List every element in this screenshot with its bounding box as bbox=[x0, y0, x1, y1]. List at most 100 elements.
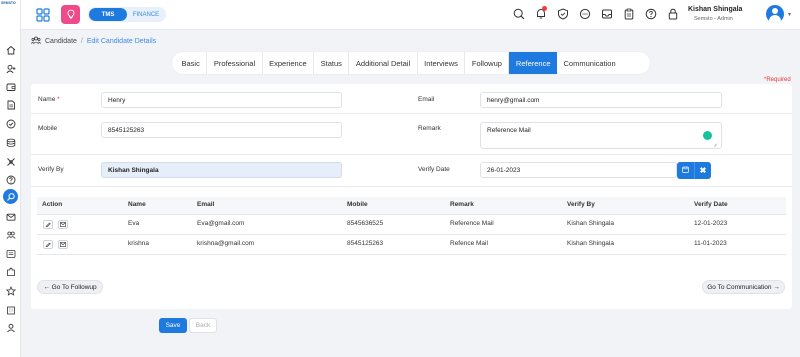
tab-bar: Basic Professional Experience Status Add… bbox=[172, 52, 650, 74]
remark-textarea[interactable]: Reference Mail bbox=[480, 122, 722, 149]
go-to-communication-button[interactable]: Go To Communication → bbox=[702, 280, 785, 294]
tab-professional[interactable]: Professional bbox=[207, 52, 263, 74]
resize-handle-icon[interactable]: ∕∕ bbox=[715, 143, 717, 149]
divider bbox=[31, 186, 792, 187]
user-add-icon[interactable] bbox=[4, 62, 17, 75]
column-header-name: Name bbox=[128, 201, 146, 208]
tab-followup[interactable]: Followup bbox=[465, 52, 510, 74]
mail-icon[interactable] bbox=[4, 210, 17, 223]
tab-basic[interactable]: Basic bbox=[175, 52, 208, 74]
help-icon[interactable] bbox=[4, 173, 17, 186]
avatar[interactable] bbox=[766, 5, 784, 23]
name-field[interactable]: Henry bbox=[101, 92, 342, 108]
edit-icon[interactable] bbox=[43, 220, 53, 229]
name-label: Name * bbox=[38, 96, 60, 103]
verify-by-field[interactable]: Kishan Shingala bbox=[101, 162, 342, 178]
team-icon[interactable] bbox=[4, 228, 17, 241]
inbox-icon[interactable] bbox=[601, 8, 613, 20]
finance-toggle[interactable]: FINANCE bbox=[127, 8, 165, 21]
bulb-button[interactable] bbox=[61, 5, 80, 24]
tab-experience[interactable]: Experience bbox=[263, 52, 315, 74]
back-button[interactable]: Back bbox=[189, 318, 217, 333]
shield-icon[interactable] bbox=[557, 8, 569, 20]
lock-icon[interactable] bbox=[667, 8, 679, 20]
column-header-remark: Remark bbox=[450, 201, 474, 208]
save-button[interactable]: Save bbox=[159, 318, 187, 333]
email-field[interactable]: henry@gmail.com bbox=[480, 92, 722, 108]
table-divider bbox=[37, 254, 786, 255]
go-to-followup-button[interactable]: ← Go To Followup bbox=[37, 280, 103, 294]
notification-dot bbox=[542, 6, 547, 11]
home-icon[interactable] bbox=[4, 43, 17, 56]
calendar-icon bbox=[682, 166, 689, 175]
verify-date-field[interactable]: 26-01-2023 bbox=[480, 162, 677, 178]
user-name[interactable]: Kishan Shingala bbox=[688, 6, 742, 13]
clipboard-icon[interactable] bbox=[623, 8, 635, 20]
clear-date-button[interactable]: ✖ bbox=[694, 162, 711, 179]
app-logo: SEMSTO bbox=[1, 1, 16, 5]
table-header bbox=[37, 197, 786, 214]
verify-by-label: Verify By bbox=[38, 166, 64, 173]
table-divider bbox=[37, 214, 786, 215]
edit-icon[interactable] bbox=[43, 240, 53, 249]
wallet-icon[interactable] bbox=[4, 80, 17, 93]
document-icon[interactable] bbox=[4, 98, 17, 111]
bell-icon[interactable] bbox=[535, 6, 547, 20]
table-cell-mobile: 8545125263 bbox=[347, 240, 384, 247]
email-icon[interactable] bbox=[58, 220, 68, 229]
user-role: Semsto - Admin bbox=[694, 16, 733, 22]
breadcrumb-separator: / bbox=[80, 37, 83, 45]
divider bbox=[31, 113, 792, 114]
required-star: * bbox=[57, 96, 60, 103]
tms-toggle[interactable]: TMS bbox=[89, 8, 127, 21]
grammar-check-icon[interactable] bbox=[703, 131, 712, 140]
column-header-verify-date: Verify Date bbox=[694, 201, 728, 208]
column-header-email: Email bbox=[197, 201, 215, 208]
database-icon[interactable] bbox=[4, 136, 17, 149]
mobile-field[interactable]: 8545125263 bbox=[101, 122, 342, 138]
shield-check-icon[interactable] bbox=[4, 117, 17, 130]
table-cell-name: krishna bbox=[128, 240, 149, 247]
help-icon[interactable] bbox=[645, 8, 657, 20]
sidebar: SEMSTO bbox=[0, 0, 21, 357]
table-cell-email: Eva@gmail.com bbox=[197, 220, 245, 227]
top-bar: TMS FINANCE Kishan Shingala Semsto - Adm… bbox=[21, 0, 800, 30]
email-label: Email bbox=[418, 96, 435, 103]
puzzle-icon[interactable] bbox=[4, 265, 17, 278]
building-icon[interactable] bbox=[4, 303, 17, 316]
table-divider bbox=[37, 234, 786, 235]
list-icon[interactable] bbox=[4, 247, 17, 260]
column-header-verify-by: Verify By bbox=[567, 201, 595, 208]
tab-reference[interactable]: Reference bbox=[509, 52, 558, 74]
calendar-button[interactable] bbox=[677, 162, 694, 179]
module-switch: TMS FINANCE bbox=[88, 7, 166, 22]
verify-date-label: Verify Date bbox=[418, 166, 450, 173]
chevron-down-icon[interactable]: ▾ bbox=[788, 11, 791, 18]
tools-icon[interactable] bbox=[4, 155, 17, 168]
remark-label: Remark bbox=[418, 125, 441, 132]
column-header-action: Action bbox=[42, 201, 63, 208]
tab-additional-detail[interactable]: Additional Detail bbox=[349, 52, 418, 74]
table-cell-verify-by: Kishan Shingala bbox=[567, 240, 614, 247]
breadcrumb-candidate[interactable]: Candidate bbox=[45, 38, 77, 45]
star-icon[interactable] bbox=[4, 284, 17, 297]
tab-interviews[interactable]: Interviews bbox=[418, 52, 466, 74]
apps-grid-icon[interactable] bbox=[35, 7, 51, 23]
search-user-icon[interactable] bbox=[3, 189, 18, 204]
table-cell-email: krishna@gmail.com bbox=[197, 240, 255, 247]
bulb-icon bbox=[66, 9, 76, 21]
email-icon[interactable] bbox=[58, 240, 68, 249]
breadcrumb: Candidate / Edit Candidate Details bbox=[31, 36, 156, 46]
candidate-group-icon bbox=[31, 36, 41, 47]
tab-communication[interactable]: Communication bbox=[557, 52, 622, 74]
mobile-label: Mobile bbox=[38, 125, 58, 132]
search-icon[interactable] bbox=[513, 8, 525, 20]
profile-icon[interactable] bbox=[4, 321, 17, 334]
tab-status[interactable]: Status bbox=[314, 52, 350, 74]
divider bbox=[31, 154, 792, 155]
table-cell-mobile: 8545636525 bbox=[347, 220, 384, 227]
required-note: *Required bbox=[764, 77, 791, 83]
chat-icon[interactable] bbox=[579, 8, 591, 20]
column-header-mobile: Mobile bbox=[347, 201, 368, 208]
table-cell-name: Eva bbox=[128, 220, 140, 227]
